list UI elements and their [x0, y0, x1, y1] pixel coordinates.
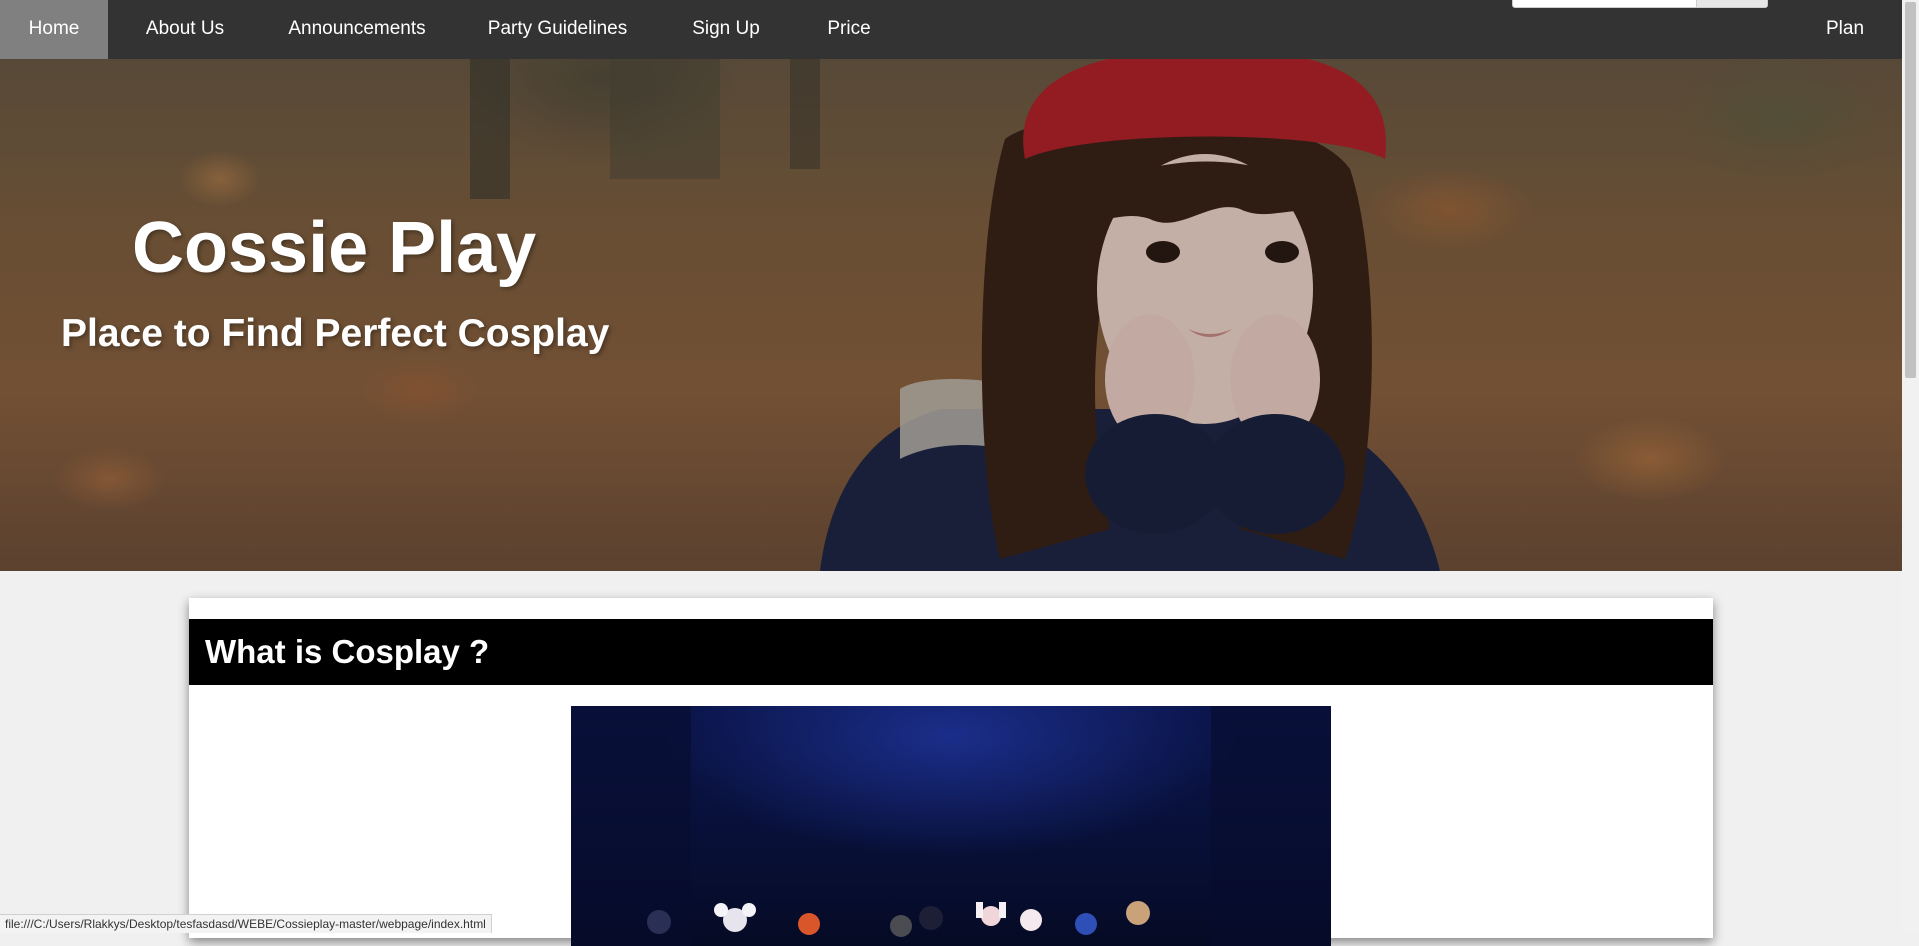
top-navigation: Home About Us Announcements Party Guidel…	[0, 0, 1902, 59]
nav-plan[interactable]: Plan	[1812, 0, 1878, 59]
nav-sign-up[interactable]: Sign Up	[672, 0, 780, 59]
nav-home[interactable]: Home	[0, 0, 108, 59]
hero-subtitle: Place to Find Perfect Cosplay	[61, 312, 610, 355]
nav-about-us[interactable]: About Us	[126, 0, 244, 59]
section-title: What is Cosplay ?	[205, 633, 490, 670]
search-button[interactable]	[1696, 0, 1767, 7]
content-card: What is Cosplay ?	[189, 598, 1713, 946]
stage-illustration	[571, 706, 1331, 946]
hero-banner: Cossie Play Place to Find Perfect Cospla…	[0, 59, 1902, 571]
section-header: What is Cosplay ?	[189, 619, 1713, 685]
nav-price[interactable]: Price	[810, 0, 888, 59]
hero-title: Cossie Play	[132, 208, 537, 288]
cosplay-group-photo	[571, 706, 1331, 946]
nav-party-guidelines[interactable]: Party Guidelines	[475, 0, 640, 59]
scrollbar-thumb[interactable]	[1905, 2, 1916, 378]
page-scrollbar[interactable]	[1902, 0, 1919, 933]
nav-announcements[interactable]: Announcements	[276, 0, 438, 59]
link-status-bar: file:///C:/Users/Rlakkys/Desktop/tesfasd…	[0, 914, 492, 933]
search-input[interactable]	[1512, 0, 1768, 8]
